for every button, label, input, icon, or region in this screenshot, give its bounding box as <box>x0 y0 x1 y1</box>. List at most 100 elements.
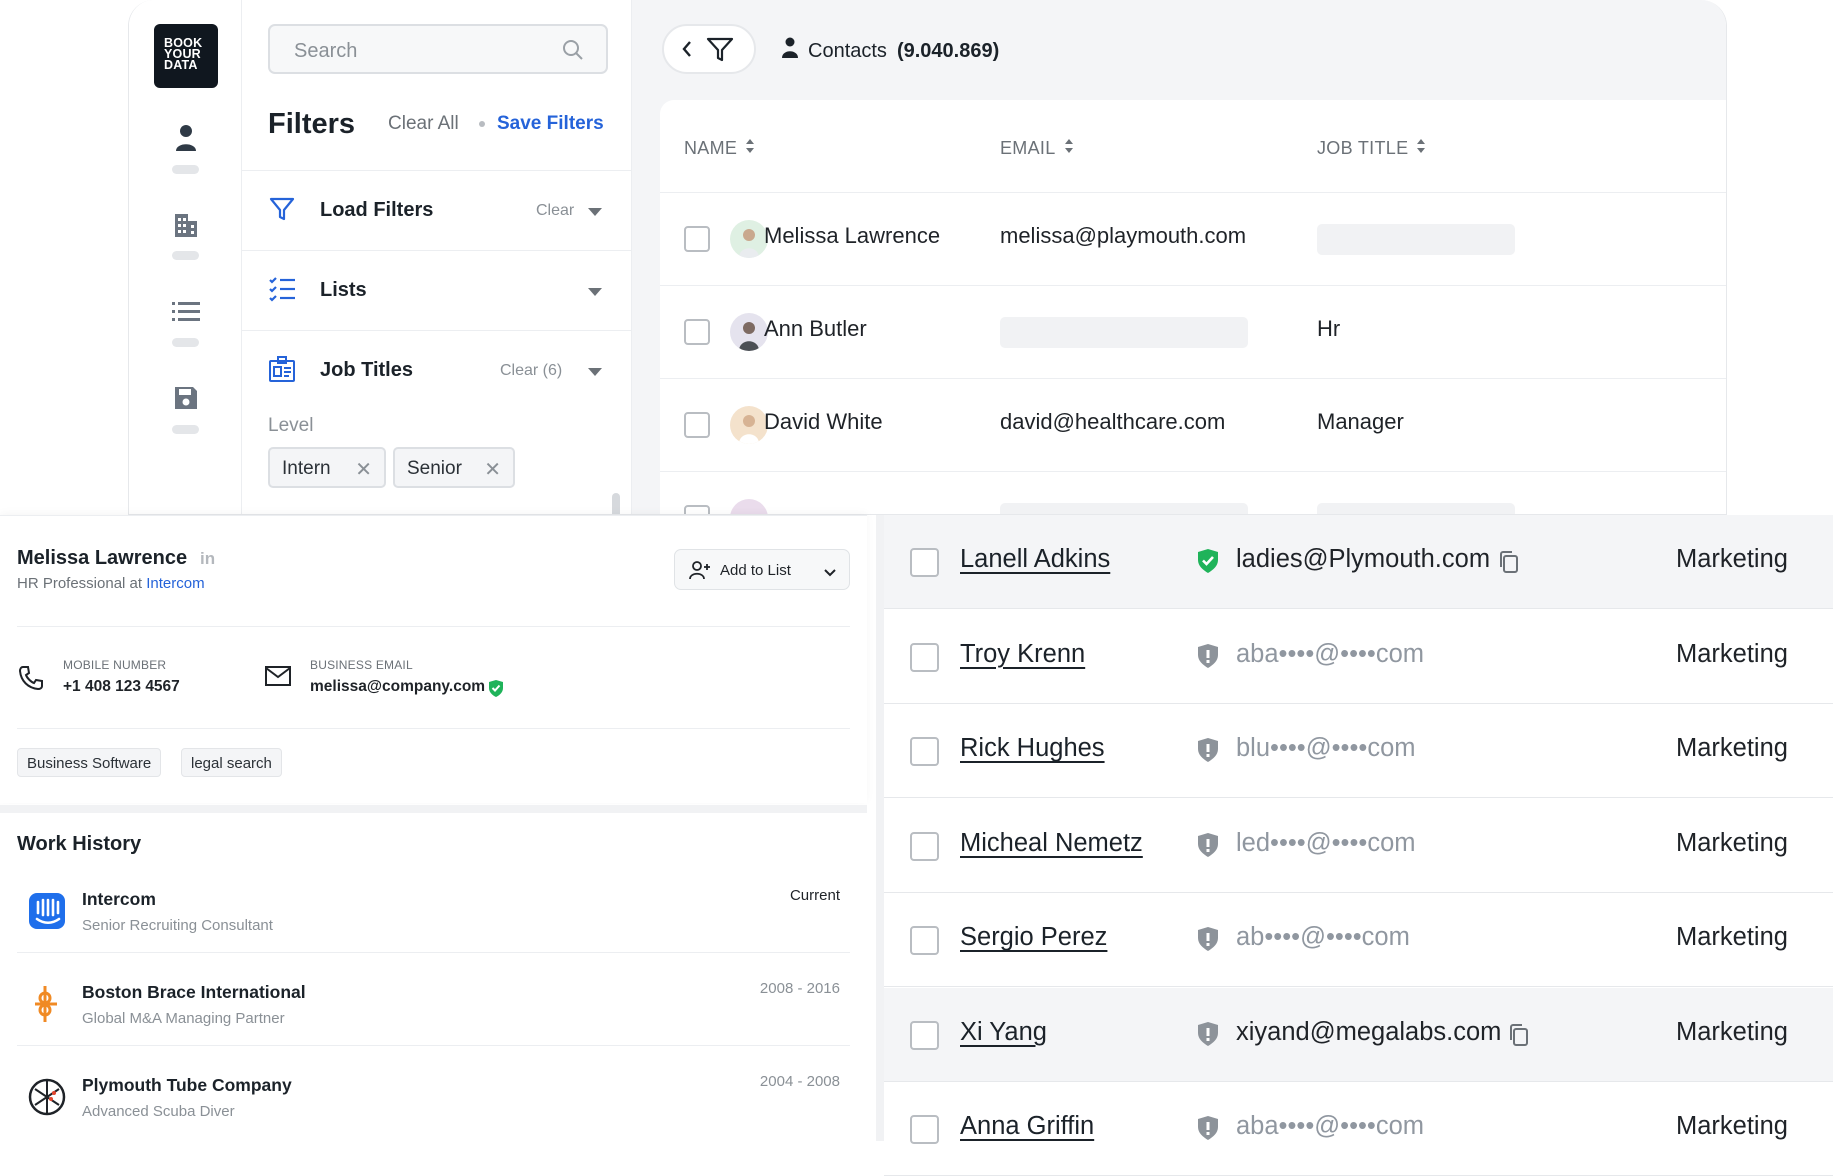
divider <box>17 728 850 729</box>
tag[interactable]: legal search <box>181 748 282 777</box>
person-email[interactable]: aba••••@••••com <box>1236 1112 1424 1141</box>
work-company: Intercom <box>82 889 156 909</box>
person-email[interactable]: aba••••@••••com <box>1236 640 1424 669</box>
contact-name[interactable]: Ann Butler <box>764 316 867 342</box>
row-checkbox[interactable] <box>910 737 939 766</box>
clear-button[interactable]: Clear (6) <box>500 362 562 380</box>
clear-all-button[interactable]: Clear All <box>388 113 459 135</box>
clear-button[interactable]: Clear <box>536 202 574 220</box>
filter-row-lists[interactable]: Lists <box>242 250 632 330</box>
contact-email[interactable]: david@healthcare.com <box>1000 409 1225 435</box>
row-checkbox[interactable] <box>684 226 710 252</box>
list-icon[interactable] <box>165 292 207 332</box>
table-row[interactable]: Rick Hughes blu••••@••••com Marketing <box>884 704 1833 798</box>
profile-company-link[interactable]: Intercom <box>146 575 204 592</box>
close-icon[interactable]: ✕ <box>355 457 372 482</box>
chip-senior[interactable]: Senior ✕ <box>393 447 515 488</box>
work-dates: 2004 - 2008 <box>759 1073 840 1090</box>
row-checkbox[interactable] <box>910 1020 939 1050</box>
row-checkbox[interactable] <box>910 926 939 955</box>
column-header-email[interactable]: EMAIL <box>1000 138 1074 159</box>
table-row[interactable]: Anna Griffin aba••••@••••com Marketing <box>884 1082 1833 1176</box>
business-email-value[interactable]: melissa@company.com <box>310 678 485 696</box>
row-checkbox[interactable] <box>910 642 939 672</box>
row-checkbox[interactable] <box>910 548 939 577</box>
chevron-left-icon[interactable] <box>680 39 694 64</box>
person-name-link[interactable]: Micheal Nemetz <box>960 829 1143 858</box>
chevron-down-icon[interactable] <box>588 208 602 216</box>
sort-icon[interactable] <box>1064 138 1074 159</box>
row-checkbox[interactable] <box>684 505 710 514</box>
building-icon[interactable] <box>165 205 207 245</box>
table-row[interactable]: Sergio Perez ab••••@••••com Marketing <box>884 893 1833 987</box>
chevron-down-icon[interactable] <box>823 565 837 582</box>
loading-placeholder <box>1000 503 1248 514</box>
filter-row-load-filters[interactable]: Load Filters Clear <box>242 170 632 250</box>
copy-icon[interactable] <box>1508 1023 1530 1047</box>
column-header-job-title[interactable]: JOB TITLE <box>1317 138 1426 159</box>
scrollbar[interactable] <box>612 493 620 514</box>
chevron-down-icon[interactable] <box>588 288 602 296</box>
table-row[interactable]: David White david@healthcare.com Manager <box>660 378 1726 471</box>
filter-row-label: Job Titles <box>320 359 413 381</box>
linkedin-icon[interactable]: in <box>200 549 215 569</box>
table-row[interactable]: Lanell Adkins ladies@Plymouth.com Marketin… <box>884 515 1833 609</box>
row-checkbox[interactable] <box>684 412 710 438</box>
search-icon[interactable] <box>562 39 584 66</box>
person-name-link[interactable]: Lanell Adkins <box>960 545 1110 574</box>
mobile-number-label: MOBILE NUMBER <box>63 658 167 672</box>
contact-name[interactable]: David White <box>764 409 883 435</box>
avatar <box>730 406 768 444</box>
row-checkbox[interactable] <box>910 831 939 861</box>
filter-icon[interactable] <box>706 37 734 68</box>
row-checkbox[interactable] <box>910 1115 939 1144</box>
user-icon[interactable] <box>165 118 207 158</box>
table-row[interactable]: Ann Butler Hr <box>660 285 1726 378</box>
contact-email[interactable]: melissa@playmouth.com <box>1000 223 1246 249</box>
copy-icon[interactable] <box>1498 550 1520 574</box>
work-history-item[interactable]: Plymouth Tube Company Advanced Scuba Div… <box>17 1059 850 1152</box>
row-checkbox[interactable] <box>684 319 710 345</box>
person-email[interactable]: ab••••@••••com <box>1236 923 1410 952</box>
person-email[interactable]: blu••••@••••com <box>1236 734 1416 763</box>
table-row[interactable]: Melissa Lawrence melissa@playmouth.com <box>660 192 1726 285</box>
sort-icon[interactable] <box>1416 138 1426 159</box>
column-header-label: JOB TITLE <box>1317 138 1409 158</box>
work-dates: Current <box>789 887 840 904</box>
person-name-link[interactable]: Anna Griffin <box>960 1112 1094 1141</box>
table-row[interactable]: Xi Yang xiyand@megalabs.com Marketing <box>884 987 1833 1082</box>
person-name-link[interactable]: Xi Yang <box>960 1018 1047 1047</box>
person-job-title: Marketing <box>1676 545 1788 573</box>
filters-title: Filters <box>268 108 356 140</box>
work-title: Advanced Scuba Diver <box>82 1103 235 1120</box>
person-email[interactable]: led••••@••••com <box>1236 829 1416 858</box>
search-input[interactable]: Search <box>268 24 608 74</box>
unverified-shield-icon <box>1196 736 1220 764</box>
work-title: Senior Recruiting Consultant <box>82 917 273 934</box>
contact-job-title: Manager <box>1317 409 1404 434</box>
person-icon <box>782 37 798 65</box>
close-icon[interactable]: ✕ <box>484 457 501 482</box>
chip-intern[interactable]: Intern ✕ <box>268 447 386 488</box>
add-to-list-button[interactable]: Add to List <box>674 549 850 590</box>
contacts-area: Contacts (9.040.869) NAME EMAIL JOB TITL… <box>632 0 1726 514</box>
sort-icon[interactable] <box>745 138 755 159</box>
tag[interactable]: Business Software <box>17 748 162 777</box>
table-row[interactable]: Troy Krenn aba••••@••••com Marketing <box>884 610 1833 704</box>
person-name-link[interactable]: Troy Krenn <box>960 640 1085 669</box>
person-email[interactable]: xiyand@megalabs.com <box>1236 1018 1501 1047</box>
column-header-name[interactable]: NAME <box>684 138 755 159</box>
save-filters-button[interactable]: Save Filters <box>497 113 604 135</box>
filter-row-job-titles[interactable]: Job Titles Clear (6) <box>242 330 632 410</box>
chevron-down-icon[interactable] <box>588 368 602 376</box>
mobile-number-value[interactable]: +1 408 123 4567 <box>63 678 180 696</box>
save-icon[interactable] <box>165 378 207 418</box>
logo[interactable]: BOOK YOUR DATA <box>154 24 218 88</box>
person-name-link[interactable]: Rick Hughes <box>960 734 1105 763</box>
person-name-link[interactable]: Sergio Perez <box>960 923 1107 952</box>
table-row[interactable] <box>660 471 1726 514</box>
toolbar-back-filter[interactable] <box>662 24 756 74</box>
contact-name[interactable]: Melissa Lawrence <box>764 223 940 249</box>
person-email[interactable]: ladies@Plymouth.com <box>1236 545 1490 574</box>
table-row[interactable]: Micheal Nemetz led••••@••••com Marketing <box>884 799 1833 893</box>
